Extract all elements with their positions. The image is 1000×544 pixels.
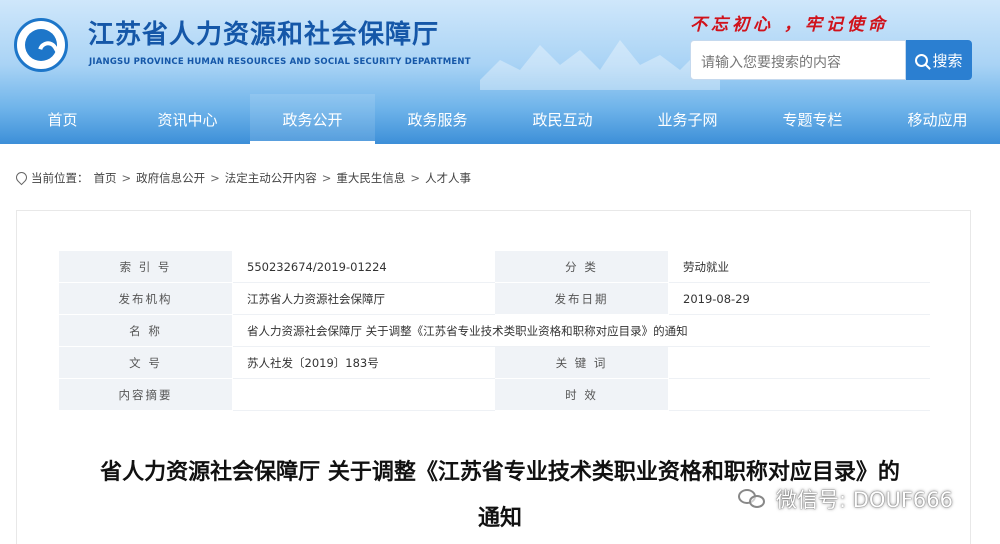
table-row: 发布机构 江苏省人力资源社会保障厅 发布日期 2019-08-29 xyxy=(58,282,930,315)
slogan: 不忘初心 ，牢记使命 xyxy=(690,15,889,35)
site-logo[interactable] xyxy=(14,18,68,72)
name-value: 省人力资源社会保障厅 关于调整《江苏省专业技术类职业资格和职称对应目录》的通知 xyxy=(232,314,930,347)
breadcrumb-item-talent[interactable]: 人才人事 xyxy=(425,170,471,186)
location-pin-icon xyxy=(16,172,26,185)
name-label: 名 称 xyxy=(58,314,233,347)
validity-value xyxy=(668,378,930,411)
table-row: 索 引 号 550232674/2019-01224 分 类 劳动就业 xyxy=(58,250,930,283)
nav-item-gov-services[interactable]: 政务服务 xyxy=(375,94,500,144)
main-nav: 首页 资讯中心 政务公开 政务服务 政民互动 业务子网 专题专栏 移动应用 xyxy=(0,94,1000,144)
nav-item-home[interactable]: 首页 xyxy=(0,94,125,144)
docno-value: 苏人社发〔2019〕183号 xyxy=(232,346,495,379)
wechat-icon xyxy=(738,487,768,511)
breadcrumb-item-livelihood[interactable]: 重大民生信息 xyxy=(336,170,405,186)
search-button-label: 搜索 xyxy=(932,51,963,70)
breadcrumb: 当前位置： 首页 > 政府信息公开 > 法定主动公开内容 > 重大民生信息 > … xyxy=(16,170,471,186)
nav-item-mobile-apps[interactable]: 移动应用 xyxy=(875,94,1000,144)
category-value: 劳动就业 xyxy=(668,250,930,283)
docno-label: 文 号 xyxy=(58,346,233,379)
index-value: 550232674/2019-01224 xyxy=(232,250,495,283)
date-value: 2019-08-29 xyxy=(668,282,930,315)
table-row: 文 号 苏人社发〔2019〕183号 关 键 词 xyxy=(58,346,930,379)
summary-label: 内容摘要 xyxy=(58,378,233,411)
summary-value xyxy=(232,378,495,411)
site-title[interactable]: 江苏省人力资源和社会保障厅 xyxy=(88,14,439,51)
skyline-decoration xyxy=(480,40,720,90)
breadcrumb-separator: > xyxy=(410,171,421,185)
breadcrumb-item-home[interactable]: 首页 xyxy=(94,170,117,186)
breadcrumb-separator: > xyxy=(210,171,220,185)
site-subtitle: JIANGSU PROVINCE HUMAN RESOURCES AND SOC… xyxy=(89,57,471,67)
table-row: 名 称 省人力资源社会保障厅 关于调整《江苏省专业技术类职业资格和职称对应目录》… xyxy=(58,314,930,347)
wechat-watermark: 微信号: DOUF666 xyxy=(738,484,953,514)
nav-item-sub-networks[interactable]: 业务子网 xyxy=(625,94,750,144)
nav-item-news[interactable]: 资讯中心 xyxy=(125,94,250,144)
search-button[interactable]: 搜索 xyxy=(906,40,972,80)
keyword-value xyxy=(668,346,930,379)
validity-label: 时 效 xyxy=(494,378,669,411)
breadcrumb-separator: > xyxy=(121,171,132,185)
document-info-table: 索 引 号 550232674/2019-01224 分 类 劳动就业 发布机构… xyxy=(58,250,930,411)
nav-item-interaction[interactable]: 政民互动 xyxy=(500,94,625,144)
search-input[interactable]: 请输入您要搜索的内容 xyxy=(690,40,906,80)
nav-item-special-topics[interactable]: 专题专栏 xyxy=(750,94,875,144)
nav-item-gov-affairs-open[interactable]: 政务公开 xyxy=(250,94,375,144)
index-label: 索 引 号 xyxy=(58,250,233,283)
publisher-label: 发布机构 xyxy=(58,282,233,315)
watermark-text: 微信号: DOUF666 xyxy=(776,488,953,512)
breadcrumb-item-gov-info[interactable]: 政府信息公开 xyxy=(136,170,205,186)
breadcrumb-item-statutory[interactable]: 法定主动公开内容 xyxy=(225,170,317,186)
search-icon xyxy=(915,53,929,67)
keyword-label: 关 键 词 xyxy=(494,346,669,379)
breadcrumb-separator: > xyxy=(321,171,332,185)
site-header: 江苏省人力资源和社会保障厅 JIANGSU PROVINCE HUMAN RES… xyxy=(0,0,1000,144)
logo-emblem-icon xyxy=(25,29,64,69)
breadcrumb-prefix: 当前位置： xyxy=(31,171,89,185)
publisher-value: 江苏省人力资源社会保障厅 xyxy=(232,282,495,315)
date-label: 发布日期 xyxy=(494,282,669,315)
table-row: 内容摘要 时 效 xyxy=(58,378,930,411)
category-label: 分 类 xyxy=(494,250,669,283)
